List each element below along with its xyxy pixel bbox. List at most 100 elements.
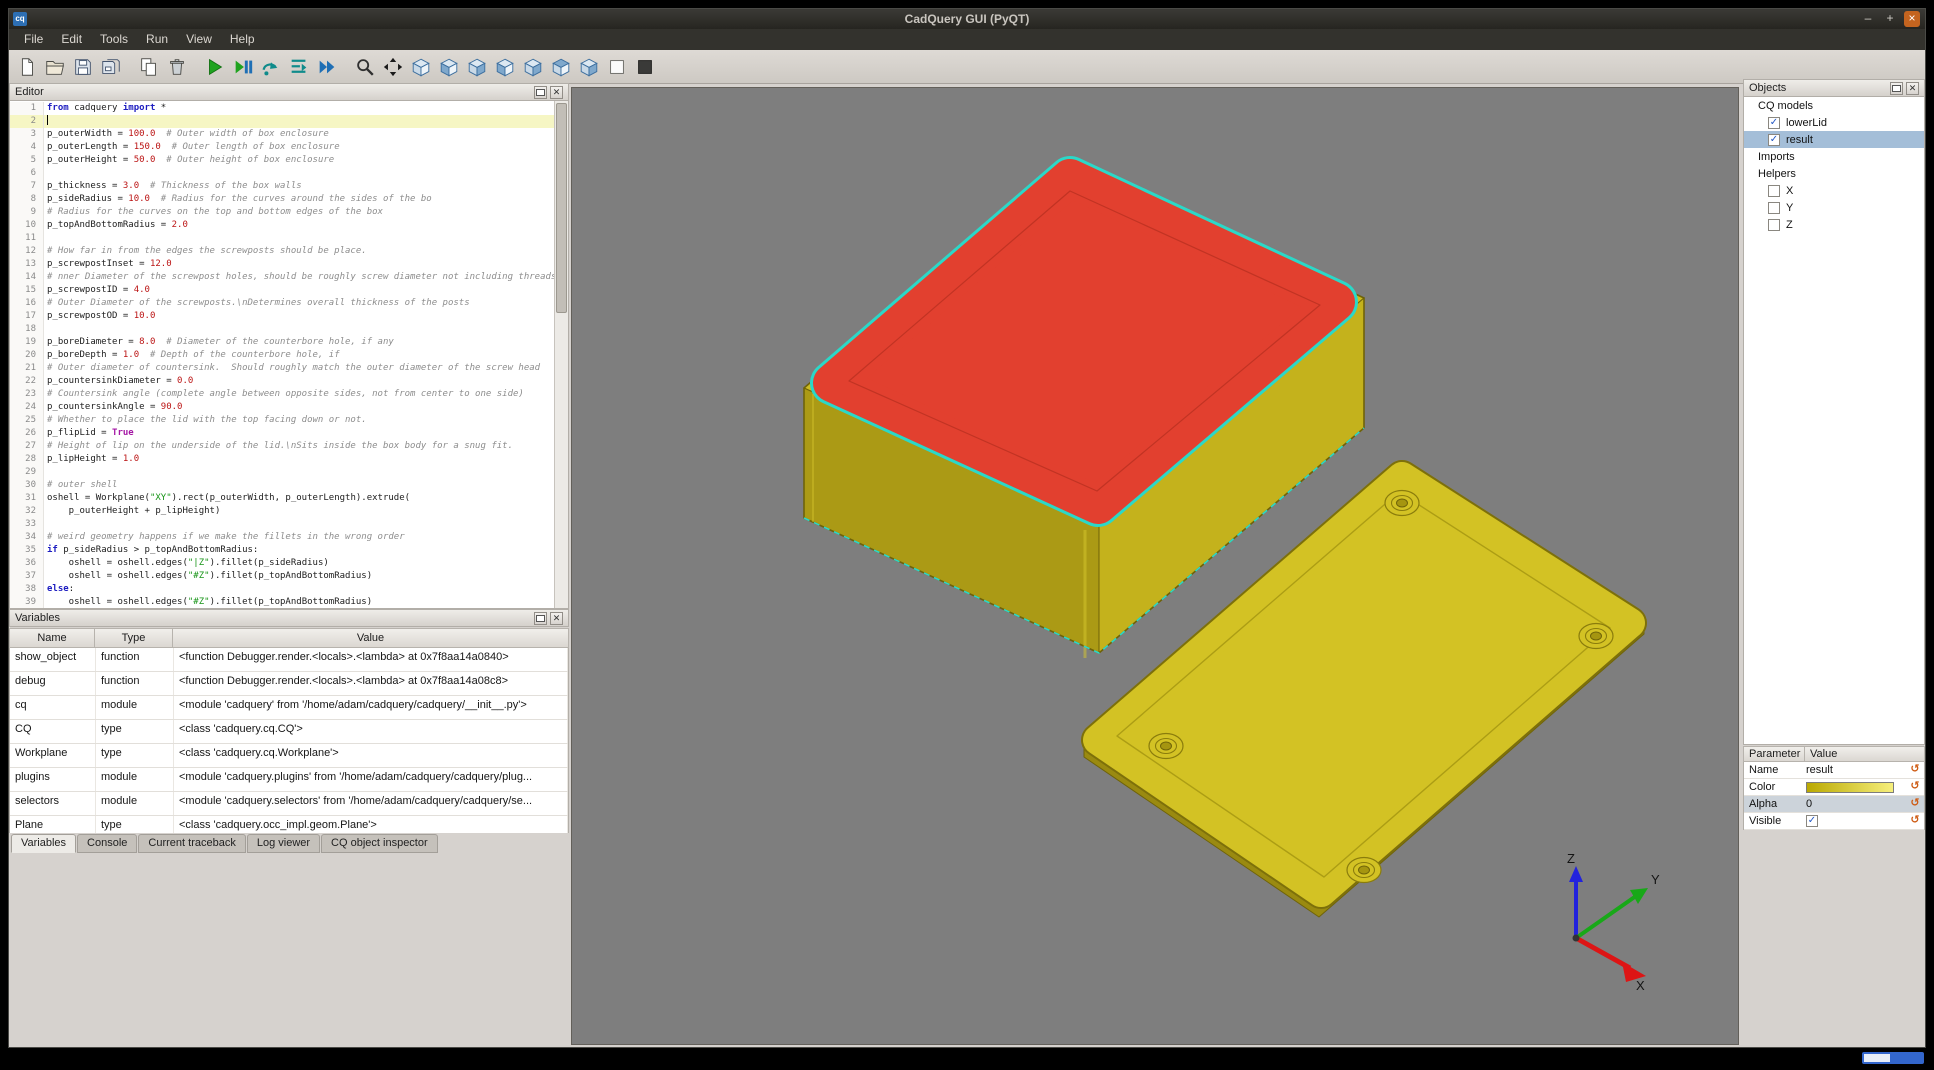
shaded-button[interactable] [631,53,659,81]
code-line: 36 oshell = oshell.edges("|Z").fillet(p_… [10,557,554,570]
variable-row[interactable]: debugfunction<function Debugger.render.<… [10,672,568,696]
parameter-row-visible[interactable]: Visible↺ [1744,813,1924,830]
new-file-button[interactable] [13,53,41,81]
parameter-row-color[interactable]: Color↺ [1744,779,1924,796]
code-line: 5p_outerHeight = 50.0 # Outer height of … [10,154,554,167]
parameter-row-name[interactable]: Nameresult↺ [1744,762,1924,779]
unchecked-checkbox[interactable] [1768,185,1780,197]
cube-bottom-icon [578,56,600,78]
tree-item-z[interactable]: Z [1744,216,1924,233]
tab-current-traceback[interactable]: Current traceback [138,834,245,853]
unchecked-checkbox[interactable] [1768,202,1780,214]
variable-row[interactable]: selectorsmodule<module 'cadquery.selecto… [10,792,568,816]
reset-alpha-button[interactable]: ↺ [1908,796,1922,811]
axis-label-z: Z [1567,851,1575,866]
checked-checkbox[interactable] [1806,815,1818,827]
variable-row[interactable]: Workplanetype<class 'cadquery.cq.Workpla… [10,744,568,768]
tree-item-y[interactable]: Y [1744,199,1924,216]
code-line: 7p_thickness = 3.0 # Thickness of the bo… [10,180,554,193]
tab-variables[interactable]: Variables [11,834,76,853]
zoom-button[interactable] [351,53,379,81]
screw-boss [1385,491,1419,516]
tree-item-label: Imports [1758,151,1795,163]
view-left-button[interactable] [491,53,519,81]
variable-row[interactable]: show_objectfunction<function Debugger.re… [10,648,568,672]
view-bottom-button[interactable] [575,53,603,81]
objects-float-button[interactable] [1890,82,1903,95]
editor-scrollbar[interactable] [554,101,568,608]
parameter-column-parameter[interactable]: Parameter [1743,746,1805,762]
3d-viewport[interactable]: Z Y X [571,87,1739,1045]
delete-button[interactable] [163,53,191,81]
variables-column-value[interactable]: Value [173,628,569,648]
checked-checkbox[interactable] [1768,117,1780,129]
new-file-icon [16,56,38,78]
debug-button[interactable] [229,53,257,81]
continue-button[interactable] [313,53,341,81]
screw-boss [1149,734,1183,759]
variables-float-button[interactable] [534,612,547,625]
tab-console[interactable]: Console [77,834,137,853]
reset-color-button[interactable]: ↺ [1908,779,1922,794]
copy-button[interactable] [135,53,163,81]
tab-log-viewer[interactable]: Log viewer [247,834,320,853]
variables-close-button[interactable]: ✕ [550,612,563,625]
tree-item-x[interactable]: X [1744,182,1924,199]
view-back-button[interactable] [463,53,491,81]
checked-checkbox[interactable] [1768,134,1780,146]
code-line: 11 [10,232,554,245]
menu-edit[interactable]: Edit [52,29,91,50]
menu-run[interactable]: Run [137,29,177,50]
parameter-row-alpha[interactable]: Alpha0↺ [1744,796,1924,813]
variables-column-type[interactable]: Type [95,628,173,648]
line-number: 36 [10,557,44,570]
variable-cell: <module 'cadquery.selectors' from '/home… [174,792,568,815]
variable-row[interactable]: Planetype<class 'cadquery.occ_impl.geom.… [10,816,568,833]
step-into-button[interactable] [285,53,313,81]
trash-icon [166,56,188,78]
close-button[interactable]: × [1904,11,1920,27]
tree-item-result[interactable]: result [1744,131,1924,148]
menu-file[interactable]: File [15,29,52,50]
tree-item-lowerlid[interactable]: lowerLid [1744,114,1924,131]
save-button[interactable] [69,53,97,81]
menu-tools[interactable]: Tools [91,29,137,50]
color-swatch[interactable] [1806,782,1894,793]
maximize-button[interactable]: + [1882,11,1898,27]
save-as-button[interactable] [97,53,125,81]
view-top-button[interactable] [547,53,575,81]
view-front-button[interactable] [435,53,463,81]
reset-name-button[interactable]: ↺ [1908,762,1922,777]
menu-view[interactable]: View [177,29,221,50]
minimize-button[interactable]: – [1860,11,1876,27]
view-right-button[interactable] [519,53,547,81]
wireframe-button[interactable] [603,53,631,81]
variable-row[interactable]: cqmodule<module 'cadquery' from '/home/a… [10,696,568,720]
reset-visible-button[interactable]: ↺ [1908,813,1922,828]
cube-front-icon [438,56,460,78]
tab-cq-object-inspector[interactable]: CQ object inspector [321,834,438,853]
editor-float-button[interactable] [534,86,547,99]
unchecked-checkbox[interactable] [1768,219,1780,231]
run-script-button[interactable] [201,53,229,81]
tree-item-imports[interactable]: Imports [1744,148,1924,165]
parameter-column-value[interactable]: Value [1805,746,1925,762]
variable-row[interactable]: CQtype<class 'cadquery.cq.CQ'> [10,720,568,744]
variable-cell: show_object [10,648,96,671]
editor-close-button[interactable]: ✕ [550,86,563,99]
variable-row[interactable]: pluginsmodule<module 'cadquery.plugins' … [10,768,568,792]
tree-item-cq-models[interactable]: CQ models [1744,97,1924,114]
toolbar-separator [341,55,351,79]
objects-close-button[interactable]: ✕ [1906,82,1919,95]
fit-view-button[interactable] [379,53,407,81]
step-over-button[interactable] [257,53,285,81]
view-iso-button[interactable] [407,53,435,81]
line-number: 7 [10,180,44,193]
tree-item-helpers[interactable]: Helpers [1744,165,1924,182]
menu-help[interactable]: Help [221,29,264,50]
variables-column-name[interactable]: Name [9,628,95,648]
code-editor[interactable]: 1from cadquery import *23p_outerWidth = … [9,101,569,609]
cube-iso-icon [410,56,432,78]
scrollbar-thumb[interactable] [556,103,567,313]
open-file-button[interactable] [41,53,69,81]
